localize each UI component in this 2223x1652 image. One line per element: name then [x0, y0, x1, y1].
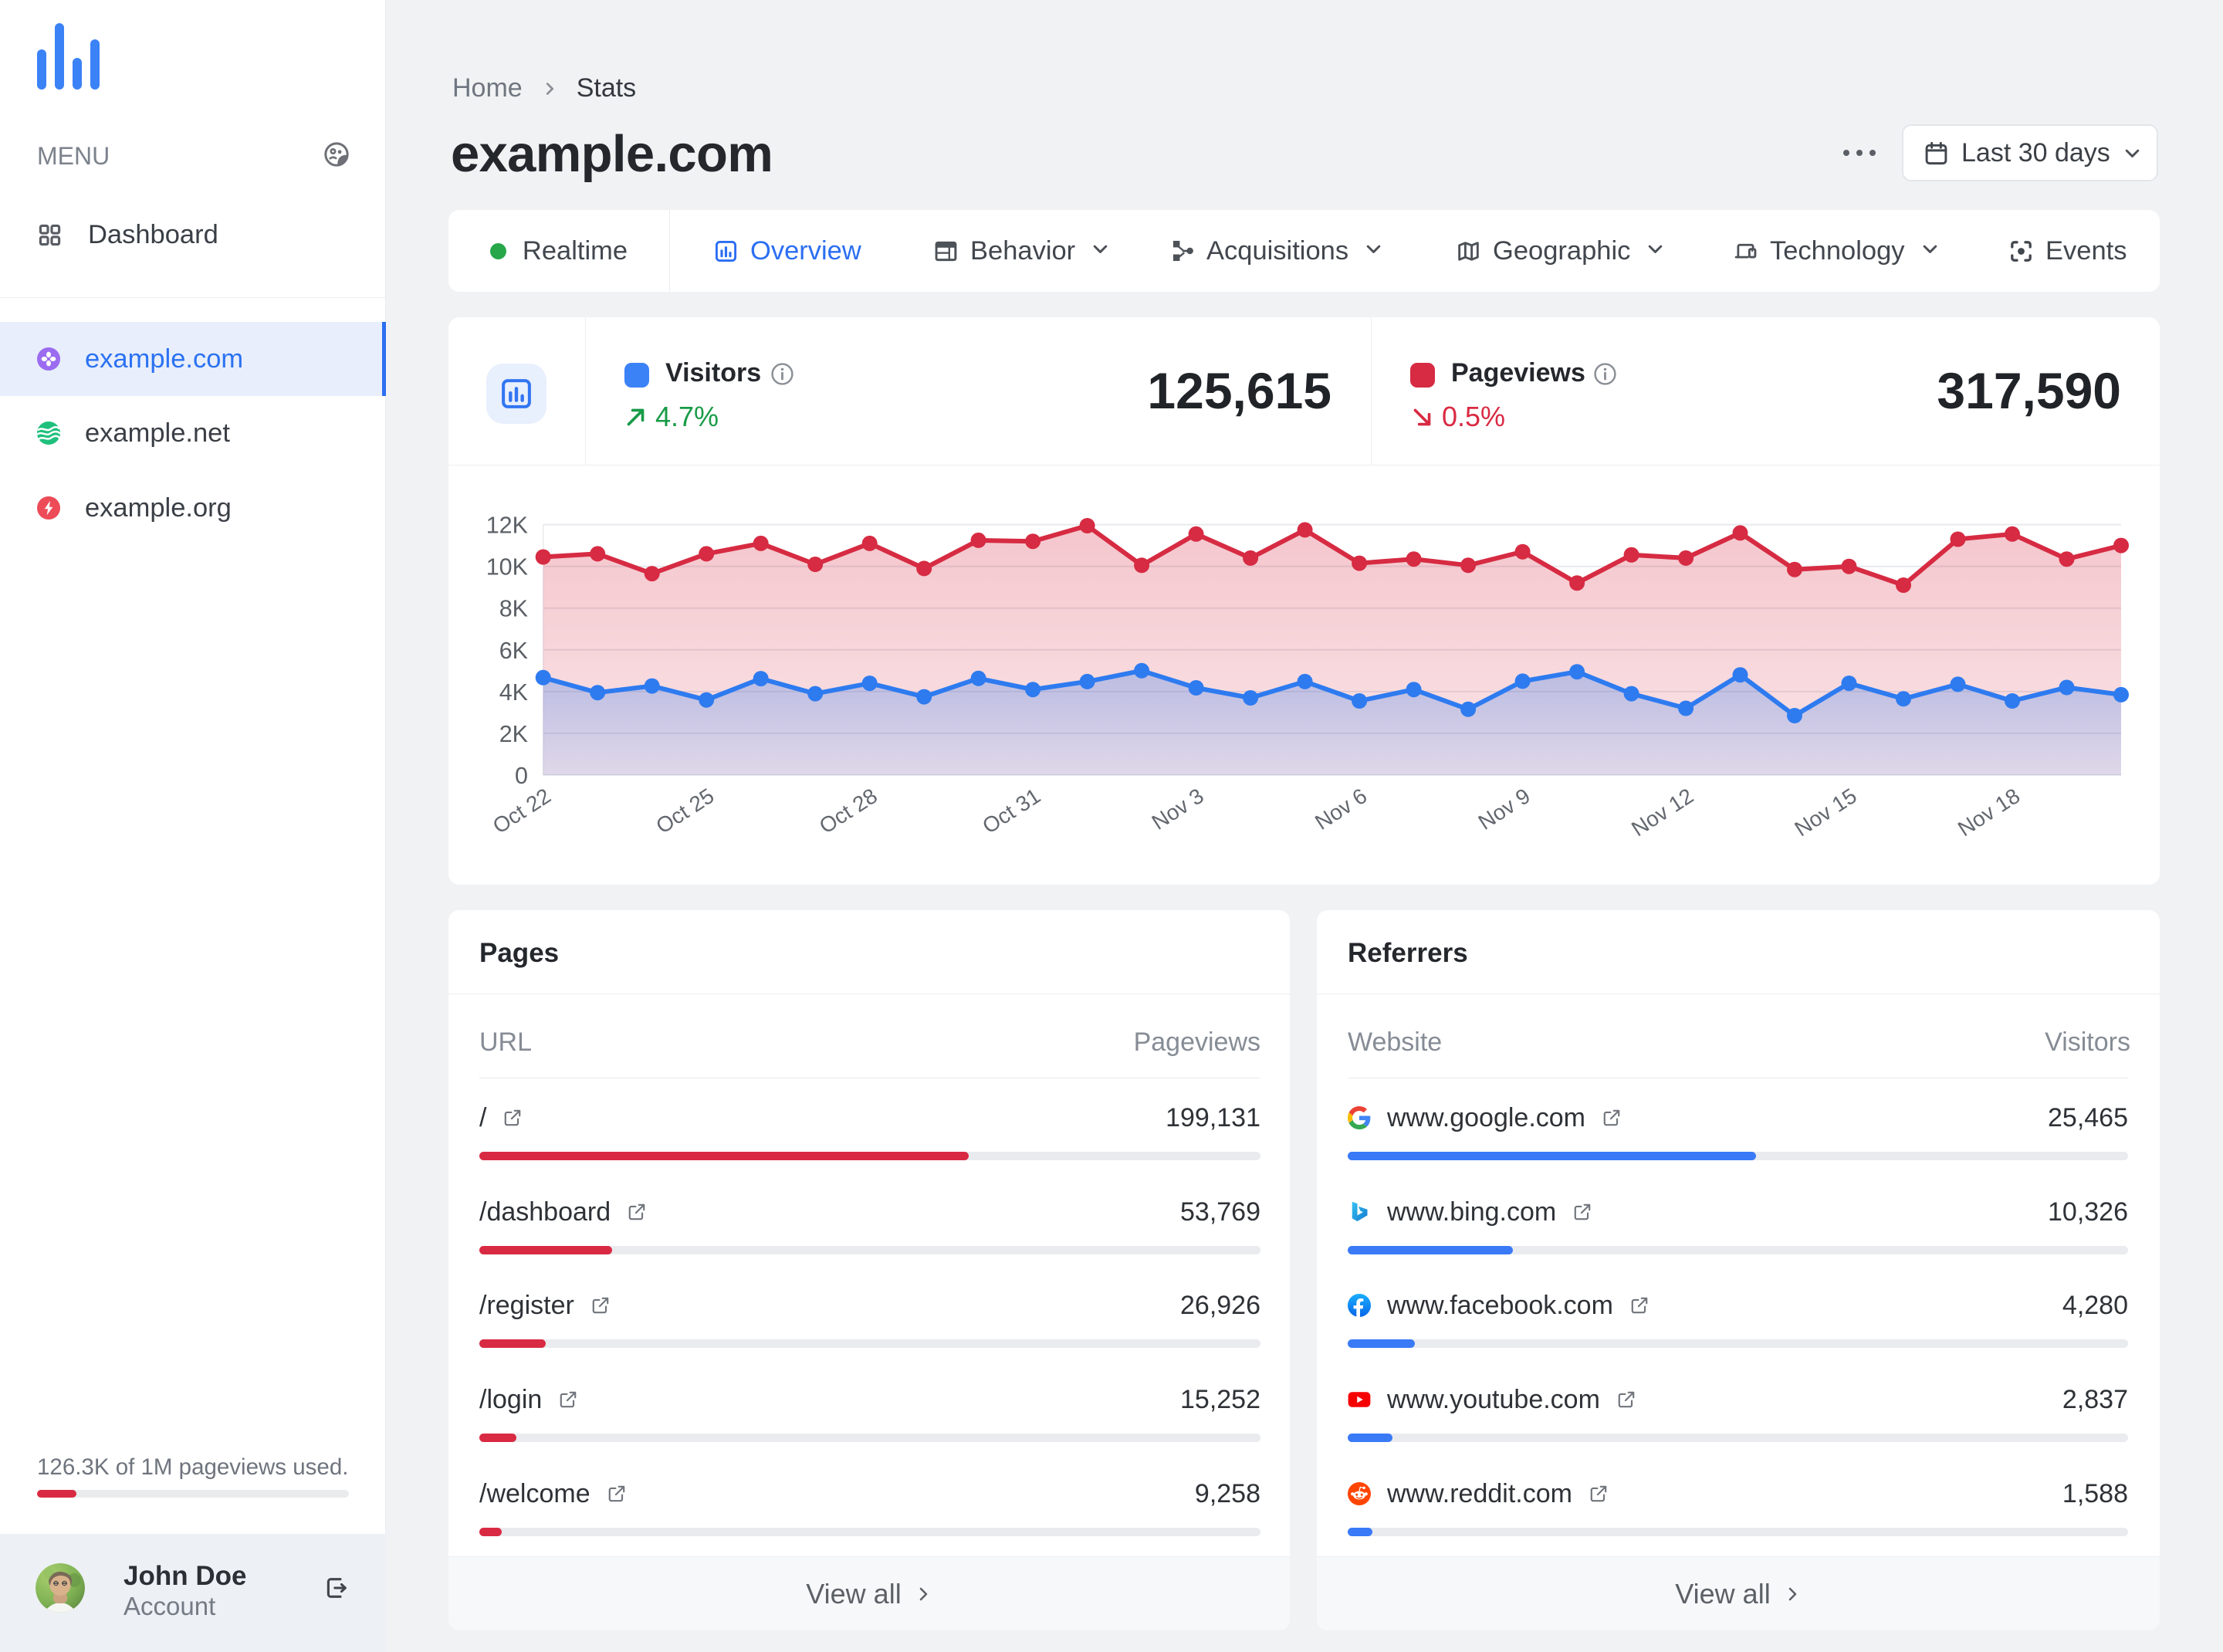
svg-text:4K: 4K	[499, 679, 528, 706]
svg-text:Oct 25: Oct 25	[651, 784, 718, 838]
svg-text:Nov 15: Nov 15	[1790, 784, 1860, 841]
svg-text:Nov 6: Nov 6	[1311, 784, 1371, 834]
svg-text:Oct 28: Oct 28	[815, 784, 881, 838]
svg-text:0: 0	[515, 763, 528, 789]
svg-text:Oct 22: Oct 22	[489, 784, 555, 838]
svg-text:Nov 3: Nov 3	[1148, 784, 1208, 834]
svg-text:Nov 12: Nov 12	[1627, 784, 1697, 841]
svg-text:12K: 12K	[486, 513, 528, 539]
svg-text:Oct 31: Oct 31	[978, 784, 1044, 838]
svg-text:8K: 8K	[499, 596, 528, 622]
svg-text:Nov 9: Nov 9	[1474, 784, 1534, 834]
svg-text:Nov 18: Nov 18	[1954, 784, 2024, 841]
svg-text:6K: 6K	[499, 638, 528, 664]
svg-text:2K: 2K	[499, 721, 528, 747]
svg-text:10K: 10K	[486, 554, 528, 581]
